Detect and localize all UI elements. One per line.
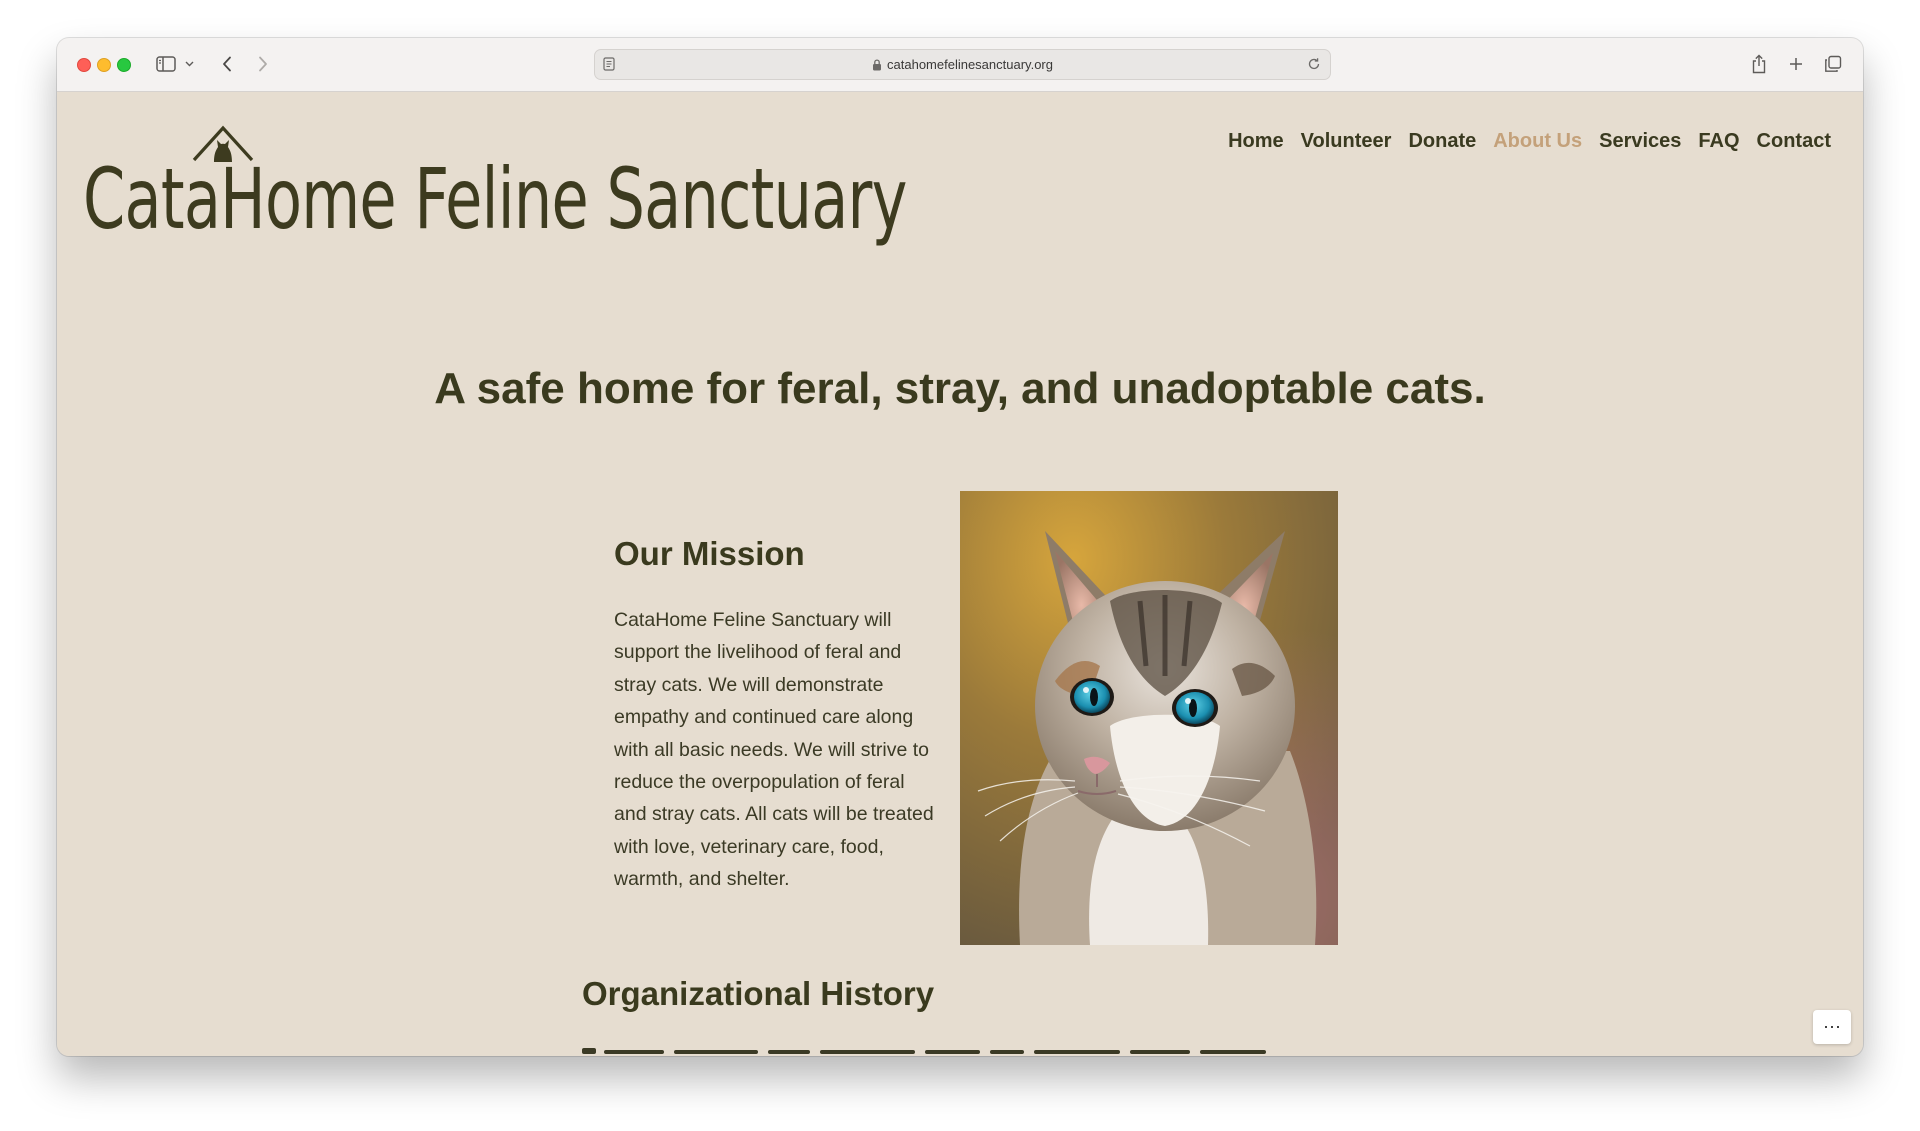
history-heading: Organizational History [582, 975, 935, 1012]
new-tab-icon[interactable] [1786, 51, 1806, 77]
forward-arrow-icon[interactable] [253, 51, 273, 77]
tabs-overview-icon[interactable] [1823, 51, 1843, 77]
nav-item-contact[interactable]: Contact [1757, 130, 1831, 153]
mission-text: CataHome Feline Sanctuary will support t… [614, 609, 934, 891]
nav-item-donate[interactable]: Donate [1408, 130, 1476, 153]
webpage: CataHome Feline Sanctuary Home Volunteer… [57, 92, 1863, 1056]
nav-item-home[interactable]: Home [1228, 130, 1284, 153]
browser-toolbar: catahomefelinesanctuary.org [57, 38, 1863, 92]
url-display: catahomefelinesanctuary.org [595, 50, 1330, 79]
more-options-button[interactable]: ⋯ [1813, 1010, 1851, 1044]
hero-heading: A safe home for feral, stray, and unadop… [434, 364, 1486, 413]
chevron-down-icon[interactable] [183, 51, 195, 77]
site-title-link[interactable]: CataHome Feline Sanctuary [83, 150, 907, 248]
zoom-window-button[interactable] [117, 58, 131, 72]
main-nav: Home Volunteer Donate About Us Services … [1211, 130, 1831, 153]
url-text: catahomefelinesanctuary.org [887, 57, 1053, 72]
share-icon[interactable] [1749, 51, 1769, 77]
nav-item-volunteer[interactable]: Volunteer [1301, 130, 1392, 153]
lock-icon [873, 58, 882, 70]
browser-window: catahomefelinesanctuary.org CataHome Fel… [57, 38, 1863, 1056]
history-text-partial [582, 1042, 1342, 1056]
more-icon: ⋯ [1823, 1016, 1841, 1037]
nav-item-about-us[interactable]: About Us [1493, 130, 1582, 153]
back-arrow-icon[interactable] [217, 51, 237, 77]
reload-icon[interactable] [1306, 56, 1322, 72]
sidebar-toggle-icon[interactable] [154, 51, 178, 77]
cat-photo [960, 491, 1338, 945]
close-window-button[interactable] [77, 58, 91, 72]
mission-heading: Our Mission [614, 535, 805, 572]
nav-item-faq[interactable]: FAQ [1698, 130, 1739, 153]
address-bar[interactable]: catahomefelinesanctuary.org [594, 49, 1331, 80]
minimize-window-button[interactable] [97, 58, 111, 72]
nav-item-services[interactable]: Services [1599, 130, 1681, 153]
